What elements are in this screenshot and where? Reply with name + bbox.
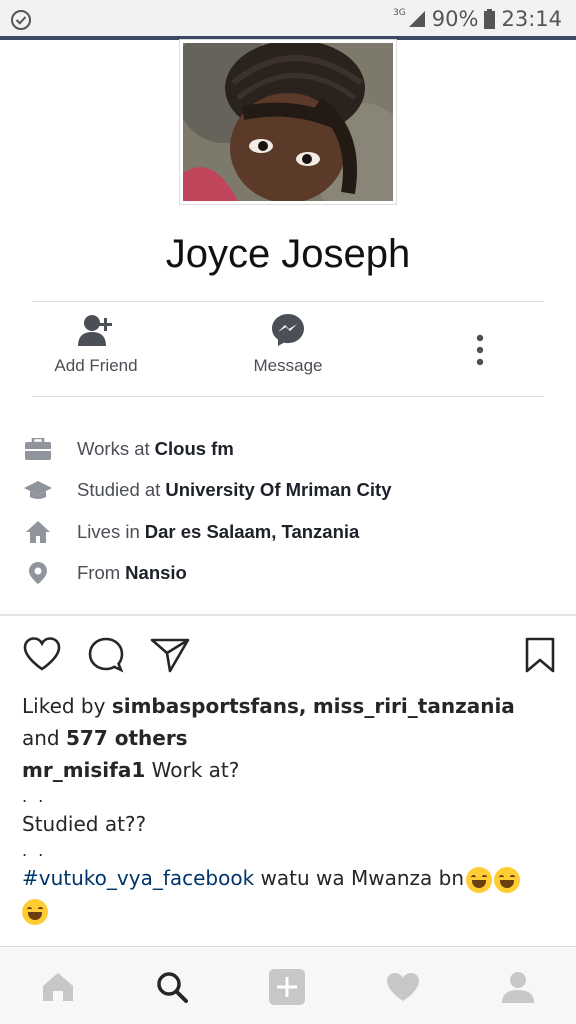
heart-icon	[387, 973, 419, 1001]
laughing-emoji-icon	[466, 866, 493, 893]
profile-photo[interactable]	[180, 40, 396, 204]
info-education-prefix: Studied at	[77, 479, 161, 501]
author-username[interactable]: mr_misifa1	[22, 758, 145, 782]
info-work-prefix: Works at	[77, 437, 150, 459]
clock: 23:14	[501, 7, 562, 31]
status-bar: 3G 90% 23:14	[0, 0, 576, 40]
messenger-icon	[272, 314, 304, 346]
add-friend-button[interactable]: Add Friend	[26, 312, 166, 376]
nav-home[interactable]	[38, 967, 78, 1007]
add-friend-label: Add Friend	[54, 356, 138, 375]
info-hometown: From Nansio	[24, 553, 554, 595]
search-icon	[157, 972, 188, 1003]
network-type: 3G	[393, 8, 406, 18]
hashtag-link[interactable]: #vutuko_vya_facebook	[22, 866, 254, 890]
others-count[interactable]: 577 others	[66, 726, 188, 750]
message-button[interactable]: Message	[218, 312, 358, 376]
info-hometown-prefix: From	[77, 562, 121, 584]
post-caption-area: Liked by simbasportsfans, miss_riri_tanz…	[22, 690, 552, 926]
caption-line: Work at?	[151, 758, 240, 782]
laughing-emoji-icon	[494, 866, 521, 893]
graduation-cap-icon	[24, 476, 52, 504]
profile-actions: Add Friend Message	[32, 312, 544, 392]
home-icon	[43, 973, 73, 1001]
liker-username[interactable]: miss_riri_tanzania	[313, 694, 515, 718]
nav-profile[interactable]	[498, 967, 538, 1007]
caption-dots: . .	[22, 787, 47, 806]
liked-by-label: Liked by	[22, 694, 106, 718]
post-action-bar	[0, 636, 576, 676]
bookmark-icon[interactable]	[524, 636, 556, 674]
laughing-emoji-icon	[22, 898, 48, 925]
check-circle-icon	[11, 10, 31, 30]
about-info-list: Works at Clous fm Studied at University Of…	[24, 428, 554, 594]
nav-search[interactable]	[152, 967, 192, 1007]
info-work-value[interactable]: Clous fm	[155, 438, 234, 460]
message-label: Message	[253, 356, 323, 375]
info-hometown-value[interactable]: Nansio	[125, 562, 187, 584]
likes-line: Liked by simbasportsfans, miss_riri_tanz…	[22, 690, 552, 754]
nav-add-post[interactable]	[267, 967, 307, 1007]
profile-icon	[502, 972, 534, 1003]
home-icon	[24, 518, 52, 546]
briefcase-icon	[24, 435, 52, 463]
caption-hashtag-line: #vutuko_vya_facebook watu wa Mwanza bn	[22, 862, 552, 926]
caption-dots: . .	[22, 841, 47, 860]
more-options-icon[interactable]	[470, 332, 490, 368]
signal-icon	[408, 11, 425, 27]
battery-icon	[484, 9, 496, 29]
nav-activity[interactable]	[383, 967, 423, 1007]
caption: mr_misifa1 Work at?	[22, 754, 552, 786]
info-residence-prefix: Lives in	[77, 520, 140, 542]
and-label: and	[22, 726, 60, 750]
profile-name: Joyce Joseph	[165, 232, 411, 276]
info-residence-value[interactable]: Dar es Salaam, Tanzania	[145, 521, 360, 543]
info-work: Works at Clous fm	[24, 428, 554, 470]
caption-line: watu wa Mwanza bn	[260, 866, 465, 890]
divider	[32, 396, 544, 397]
heart-icon[interactable]	[22, 636, 62, 672]
add-post-icon	[269, 969, 305, 1005]
liker-username[interactable]: simbasportsfans,	[112, 694, 307, 718]
add-friend-icon	[78, 315, 112, 346]
bottom-navigation	[0, 946, 576, 1024]
share-icon[interactable]	[150, 636, 190, 674]
info-education-value[interactable]: University Of Mriman City	[165, 479, 391, 501]
info-residence: Lives in Dar es Salaam, Tanzania	[24, 511, 554, 553]
battery-percent: 90%	[431, 7, 479, 31]
location-pin-icon	[24, 559, 52, 587]
comment-icon[interactable]	[87, 636, 125, 674]
section-separator	[0, 614, 576, 616]
caption-line: Studied at??	[22, 812, 147, 836]
divider	[32, 301, 544, 302]
info-education: Studied at University Of Mriman City	[24, 470, 554, 512]
